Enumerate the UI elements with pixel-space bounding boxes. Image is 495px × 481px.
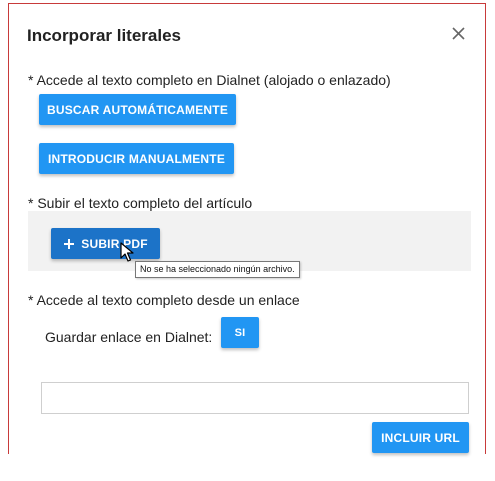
save-link-si-toggle[interactable]: SI [221,317,259,348]
dialog-title: Incorporar literales [27,26,182,45]
url-input[interactable] [41,382,469,414]
upload-pdf-button[interactable]: SUBIR PDF [51,228,160,259]
auto-search-button[interactable]: BUSCAR AUTOMÁTICAMENTE [39,94,236,125]
no-file-tooltip: No se ha seleccionado ningún archivo. [135,261,300,278]
close-icon[interactable] [447,22,469,44]
include-url-button[interactable]: INCLUIR URL [372,422,469,453]
upload-pdf-label: SUBIR PDF [81,236,148,251]
manual-entry-button[interactable]: INTRODUCIR MANUALMENTE [39,143,234,174]
link-section-label: * Accede al texto completo desde un enla… [28,292,300,308]
upload-section-label: * Subir el texto completo del artículo [28,195,253,211]
plus-icon [63,238,75,250]
dialnet-section-label: * Accede al texto completo en Dialnet (a… [28,72,391,88]
mouse-cursor-icon [120,242,134,267]
save-link-label: Guardar enlace en Dialnet: [45,329,213,345]
